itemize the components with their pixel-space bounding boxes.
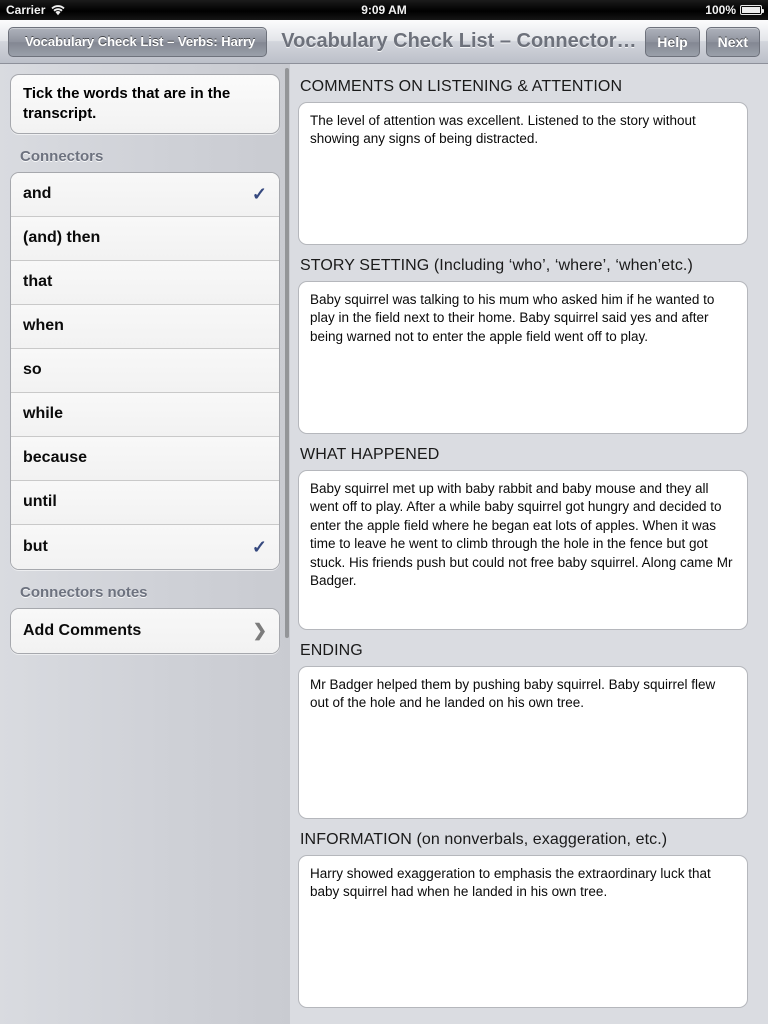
- add-comments-label: Add Comments: [23, 621, 142, 639]
- back-button-label: Vocabulary Check List – Verbs: Harry: [25, 34, 256, 49]
- navigation-bar: Vocabulary Check List – Verbs: Harry Voc…: [0, 20, 768, 64]
- connector-row[interactable]: and ✓: [11, 172, 279, 217]
- sidebar: Tick the words that are in the transcrip…: [0, 64, 290, 1024]
- section-title: WHAT HAPPENED: [300, 446, 440, 463]
- connector-row[interactable]: because: [11, 436, 279, 481]
- content-area: Tick the words that are in the transcrip…: [0, 64, 768, 1024]
- section-title: COMMENTS ON LISTENING & ATTENTION: [300, 78, 623, 95]
- connector-label: because: [23, 449, 88, 467]
- section-textarea[interactable]: Baby squirrel met up with baby rabbit an…: [298, 470, 748, 630]
- next-button-label: Next: [717, 33, 748, 50]
- connector-label: while: [23, 405, 64, 423]
- connectors-list: and ✓ (and) then that when so while because unti…: [10, 171, 280, 570]
- connectors-notes-list: Add Comments ❯: [10, 607, 280, 654]
- connector-row[interactable]: that: [11, 260, 279, 305]
- chevron-right-icon: ❯: [252, 620, 267, 640]
- battery-full-icon: [740, 5, 764, 15]
- connector-row[interactable]: while: [11, 392, 279, 437]
- status-bar: Carrier 9:09 AM 100%: [0, 0, 768, 20]
- connector-row[interactable]: but ✓: [11, 524, 279, 569]
- detail-section: WHAT HAPPENED Baby squirrel met up with b…: [298, 446, 748, 630]
- status-bar-left: Carrier: [6, 3, 65, 17]
- carrier-label: Carrier: [6, 3, 46, 17]
- connector-label: that: [23, 273, 53, 291]
- next-button[interactable]: Next: [705, 26, 760, 57]
- section-title: INFORMATION (on nonverbals, exaggeration…: [300, 831, 668, 848]
- status-bar-right: 100%: [705, 3, 764, 17]
- instruction-banner: Tick the words that are in the transcrip…: [10, 74, 280, 134]
- connectors-group-header: Connectors: [20, 147, 104, 165]
- detail-panel: COMMENTS ON LISTENING & ATTENTION The lev…: [290, 64, 768, 1024]
- connector-label: when: [23, 317, 64, 335]
- checkmark-icon: ✓: [251, 536, 267, 557]
- connector-row[interactable]: until: [11, 480, 279, 525]
- section-textarea[interactable]: Mr Badger helped them by pushing baby sq…: [298, 666, 748, 819]
- section-textarea[interactable]: Harry showed exaggeration to emphasis th…: [298, 855, 748, 1008]
- battery-percent-label: 100%: [705, 3, 736, 17]
- detail-section: COMMENTS ON LISTENING & ATTENTION The lev…: [298, 78, 748, 245]
- connector-label: until: [23, 493, 57, 511]
- detail-section: STORY SETTING (Including ‘who’, ‘where’,…: [298, 257, 748, 434]
- add-comments-row[interactable]: Add Comments ❯: [11, 608, 279, 653]
- connector-label: (and) then: [23, 229, 101, 247]
- status-bar-clock: 9:09 AM: [361, 3, 407, 17]
- connector-label: but: [23, 537, 48, 555]
- section-textarea[interactable]: The level of attention was excellent. Li…: [298, 102, 748, 245]
- connector-row[interactable]: when: [11, 304, 279, 349]
- help-button-label: Help: [657, 33, 688, 50]
- connectors-notes-group-header: Connectors notes: [20, 583, 148, 601]
- back-button[interactable]: Vocabulary Check List – Verbs: Harry: [8, 26, 268, 57]
- detail-section: INFORMATION (on nonverbals, exaggeration…: [298, 831, 748, 1008]
- connector-label: so: [23, 361, 42, 379]
- sidebar-scrollbar[interactable]: [285, 68, 289, 638]
- help-button[interactable]: Help: [645, 26, 700, 57]
- connector-row[interactable]: (and) then: [11, 216, 279, 261]
- connector-row[interactable]: so: [11, 348, 279, 393]
- page-title: Vocabulary Check List – Connectors:…: [281, 30, 640, 52]
- wifi-icon: [51, 4, 65, 16]
- section-title: ENDING: [300, 642, 363, 659]
- detail-section: ENDING Mr Badger helped them by pushing b…: [298, 642, 748, 819]
- checkmark-icon: ✓: [251, 184, 267, 205]
- section-title: STORY SETTING (Including ‘who’, ‘where’,…: [300, 257, 693, 274]
- section-textarea[interactable]: Baby squirrel was talking to his mum who…: [298, 281, 748, 434]
- connector-label: and: [23, 185, 52, 203]
